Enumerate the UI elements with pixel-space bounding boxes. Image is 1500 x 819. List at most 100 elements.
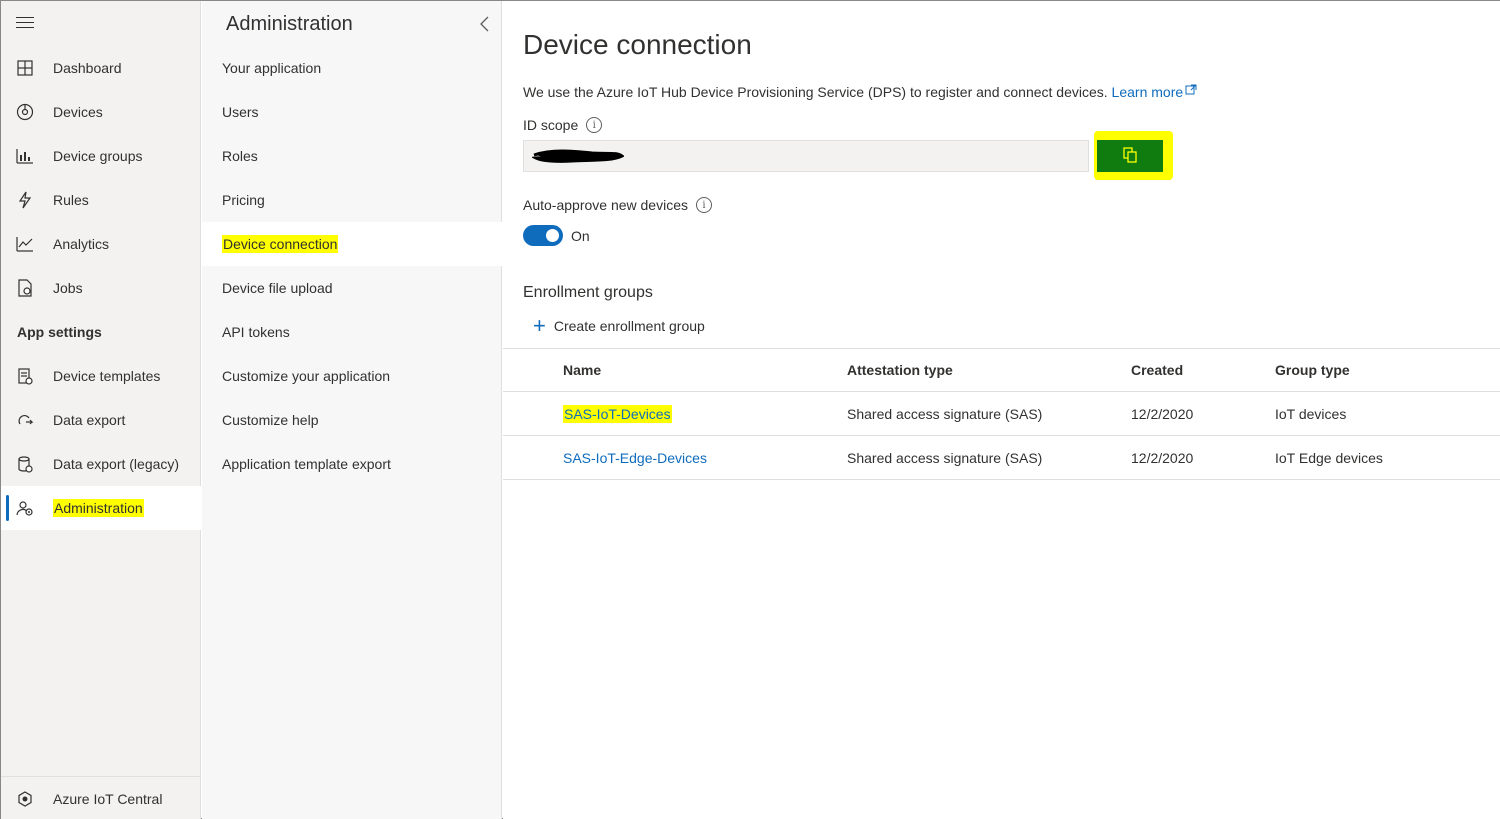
page-title: Device connection (523, 29, 752, 60)
nav-item-label: Jobs (53, 280, 83, 296)
toggle-knob (546, 229, 559, 242)
subnav-item-label: API tokens (222, 324, 290, 340)
nav-item-rules[interactable]: Rules (1, 178, 201, 222)
nav-item-analytics[interactable]: Analytics (1, 222, 201, 266)
learn-more-link[interactable]: Learn more (1112, 84, 1198, 100)
subnav-item-label: Customize your application (222, 368, 391, 384)
create-enrollment-group-button[interactable]: + Create enrollment group (533, 315, 705, 337)
nav-item-devices[interactable]: Devices (1, 90, 201, 134)
table-row[interactable]: SAS-IoT-Edge-Devices Shared access signa… (503, 436, 1500, 480)
subnav-item-label: Pricing (222, 192, 265, 208)
auto-approve-toggle[interactable] (523, 225, 563, 246)
column-header-created[interactable]: Created (1131, 349, 1183, 391)
name-cell: SAS-IoT-Edge-Devices (563, 436, 707, 479)
column-header-name[interactable]: Name (563, 349, 601, 391)
nav-item-administration[interactable]: Administration (1, 486, 201, 530)
attestation-cell: Shared access signature (SAS) (847, 449, 1043, 466)
info-icon[interactable]: i (586, 117, 603, 133)
info-icon[interactable]: i (696, 197, 712, 213)
subnav-item-label: Your application (222, 60, 322, 76)
external-link-icon (1185, 82, 1197, 98)
hamburger-menu-icon[interactable] (16, 17, 34, 31)
id-scope-label-row: ID scope i (523, 117, 603, 133)
subnav-item-customize-help[interactable]: Customize help (202, 398, 502, 442)
id-scope-field[interactable] (523, 140, 1089, 172)
nav-item-device-groups[interactable]: Device groups (1, 134, 201, 178)
enrollment-groups-title: Enrollment groups (523, 284, 653, 301)
device-groups-icon (16, 147, 34, 165)
nav-item-azure-iot-central[interactable]: Azure IoT Central (1, 776, 201, 819)
subnav-item-label: Device connection (222, 235, 339, 253)
collapse-chevron-left-icon[interactable] (478, 15, 494, 33)
nav-item-label: Data export (53, 412, 126, 428)
subnav-item-device-file-upload[interactable]: Device file upload (202, 266, 502, 310)
nav-item-label: Analytics (53, 236, 110, 252)
azure-iot-central-icon (16, 790, 34, 808)
attestation-cell: Shared access signature (SAS) (847, 405, 1043, 422)
redacted-value-scribble (532, 149, 624, 163)
description-text: We use the Azure IoT Hub Device Provisio… (523, 84, 1108, 100)
enrollment-group-link[interactable]: SAS-IoT-Devices (563, 404, 672, 423)
subnav-item-label: Customize help (222, 412, 319, 428)
subnav-item-pricing[interactable]: Pricing (202, 178, 502, 222)
main-content: Device connection We use the Azure IoT H… (503, 1, 1500, 819)
page-description: We use the Azure IoT Hub Device Provisio… (523, 82, 1197, 100)
group-type-cell: IoT Edge devices (1275, 449, 1383, 466)
created-cell: 12/2/2020 (1131, 405, 1194, 422)
subnav-item-api-tokens[interactable]: API tokens (202, 310, 502, 354)
administration-subnav: Administration Your application Users Ro… (202, 1, 502, 819)
table-header-row: Name Attestation type Created Group type (503, 348, 1500, 392)
group-type-cell: IoT devices (1275, 405, 1347, 422)
analytics-icon (16, 235, 34, 253)
subnav-item-your-application[interactable]: Your application (202, 46, 502, 90)
copy-id-scope-button[interactable] (1097, 140, 1163, 172)
nav-item-label: Dashboard (53, 60, 122, 76)
column-header-group-type[interactable]: Group type (1275, 349, 1350, 391)
nav-item-data-export-legacy[interactable]: Data export (legacy) (1, 442, 201, 486)
subnav-item-customize-your-application[interactable]: Customize your application (202, 354, 502, 398)
nav-item-label: Devices (53, 104, 103, 120)
left-navigation: Dashboard Devices Device groups Rules An… (1, 1, 201, 819)
copy-icon (1123, 146, 1137, 166)
app-window: Dashboard Devices Device groups Rules An… (0, 0, 1500, 819)
nav-item-device-templates[interactable]: Device templates (1, 354, 201, 398)
nav-item-label: Azure IoT Central (53, 790, 163, 807)
data-export-icon (16, 411, 34, 429)
data-export-legacy-icon (16, 455, 34, 473)
jobs-icon (16, 279, 34, 297)
subnav-item-label: Roles (222, 148, 258, 164)
subnav-item-roles[interactable]: Roles (202, 134, 502, 178)
subnav-item-application-template-export[interactable]: Application template export (202, 442, 502, 486)
auto-approve-label-row: Auto-approve new devices i (523, 197, 712, 213)
nav-item-label: Device templates (53, 368, 161, 384)
subnav-item-label-wrap: Device connection (222, 235, 339, 253)
nav-item-jobs[interactable]: Jobs (1, 266, 201, 310)
subnav-item-users[interactable]: Users (202, 90, 502, 134)
create-enrollment-group-label: Create enrollment group (553, 318, 705, 334)
dashboard-icon (16, 59, 34, 77)
learn-more-label: Learn more (1111, 84, 1184, 100)
app-settings-section-title: App settings (17, 324, 102, 340)
nav-item-label: Administration (53, 499, 144, 517)
nav-item-label: Data export (legacy) (53, 456, 180, 472)
enrollment-group-link[interactable]: SAS-IoT-Edge-Devices (563, 450, 707, 466)
nav-item-label: Rules (53, 192, 89, 208)
nav-item-label-wrap: Administration (53, 499, 144, 517)
subnav-title: Administration (226, 13, 353, 35)
id-scope-label: ID scope (523, 117, 579, 133)
table-row[interactable]: SAS-IoT-Devices Shared access signature … (503, 392, 1500, 436)
column-header-attestation-type[interactable]: Attestation type (847, 349, 953, 391)
subnav-item-label: Application template export (222, 456, 391, 472)
created-cell: 12/2/2020 (1131, 449, 1194, 466)
devices-icon (16, 103, 34, 121)
nav-item-data-export[interactable]: Data export (1, 398, 201, 442)
rules-icon (16, 191, 34, 209)
nav-item-label: Device groups (53, 148, 143, 164)
subnav-item-device-connection[interactable]: Device connection (202, 222, 502, 266)
enrollment-groups-table: Name Attestation type Created Group type… (503, 348, 1500, 480)
auto-approve-label: Auto-approve new devices (523, 197, 688, 213)
nav-item-dashboard[interactable]: Dashboard (1, 46, 201, 90)
device-templates-icon (16, 367, 34, 385)
administration-icon (16, 499, 34, 517)
subnav-item-label: Users (222, 104, 259, 120)
